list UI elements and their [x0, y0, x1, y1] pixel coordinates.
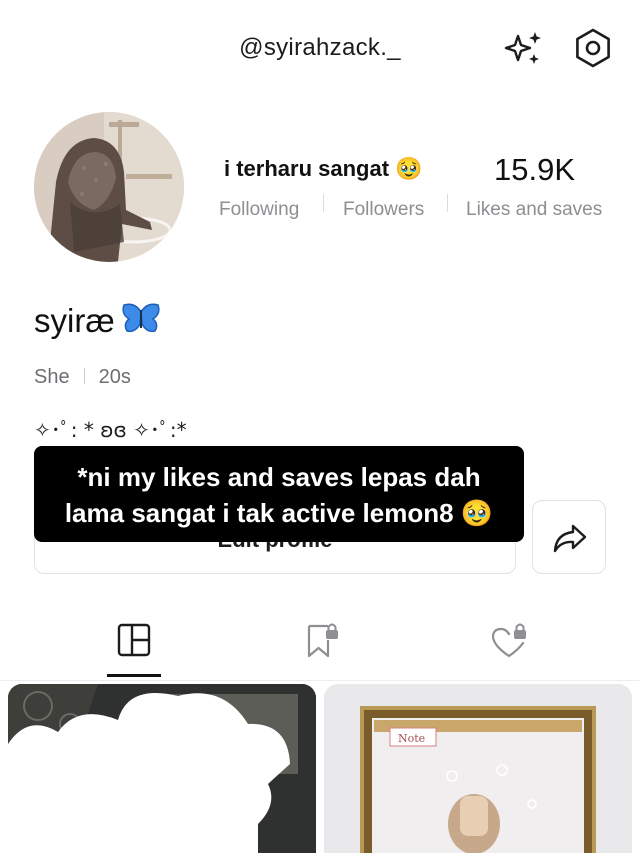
profile-tags: She 20s: [34, 366, 131, 389]
following-label[interactable]: Following: [219, 199, 299, 221]
username-handle: @syirahzack._: [239, 34, 401, 61]
overlay-line-1: *ni my likes and saves lepas dah: [77, 462, 481, 492]
share-icon: [553, 524, 587, 553]
profile-tabs: [0, 600, 640, 680]
heart-lock-icon[interactable]: [490, 620, 530, 660]
tag-pronoun: She: [34, 366, 70, 388]
avatar-photo: [34, 112, 184, 262]
bio-text: ✧･ﾟ: * ʚɞ ✧･ﾟ:*: [34, 418, 187, 442]
note-label: Note: [398, 732, 425, 745]
caption-overlay: *ni my likes and saves lepas dah lama sa…: [34, 446, 524, 542]
avatar[interactable]: [34, 112, 184, 262]
post-thumbnail: [8, 684, 316, 853]
tag-divider: [83, 368, 85, 384]
stats-caption: i terharu sangat 🥹: [224, 156, 423, 181]
display-name: syiræ: [34, 302, 161, 344]
post-card[interactable]: [8, 684, 316, 853]
stat-divider: [447, 194, 448, 212]
likes-saves-count[interactable]: 15.9K: [494, 152, 575, 188]
butterfly-icon: [121, 302, 161, 344]
active-tab-indicator: [107, 674, 161, 677]
settings-icon[interactable]: [572, 27, 614, 69]
grid-layout-icon[interactable]: [114, 620, 154, 660]
share-button[interactable]: [532, 500, 606, 574]
display-name-text: syiræ: [34, 302, 115, 339]
likes-saves-label[interactable]: Likes and saves: [466, 199, 602, 221]
tabs-divider: [0, 680, 640, 681]
stat-divider: [323, 194, 324, 212]
overlay-line-2: lama sangat i tak active lemon8 🥹: [64, 498, 494, 528]
sparkle-icon[interactable]: [504, 28, 544, 68]
followers-label[interactable]: Followers: [343, 199, 424, 221]
post-thumbnail: Note: [324, 684, 632, 853]
tag-age: 20s: [98, 366, 131, 388]
bookmark-lock-icon[interactable]: [302, 620, 342, 660]
top-bar: @syirahzack._: [0, 0, 640, 96]
post-card[interactable]: Note: [324, 684, 632, 853]
